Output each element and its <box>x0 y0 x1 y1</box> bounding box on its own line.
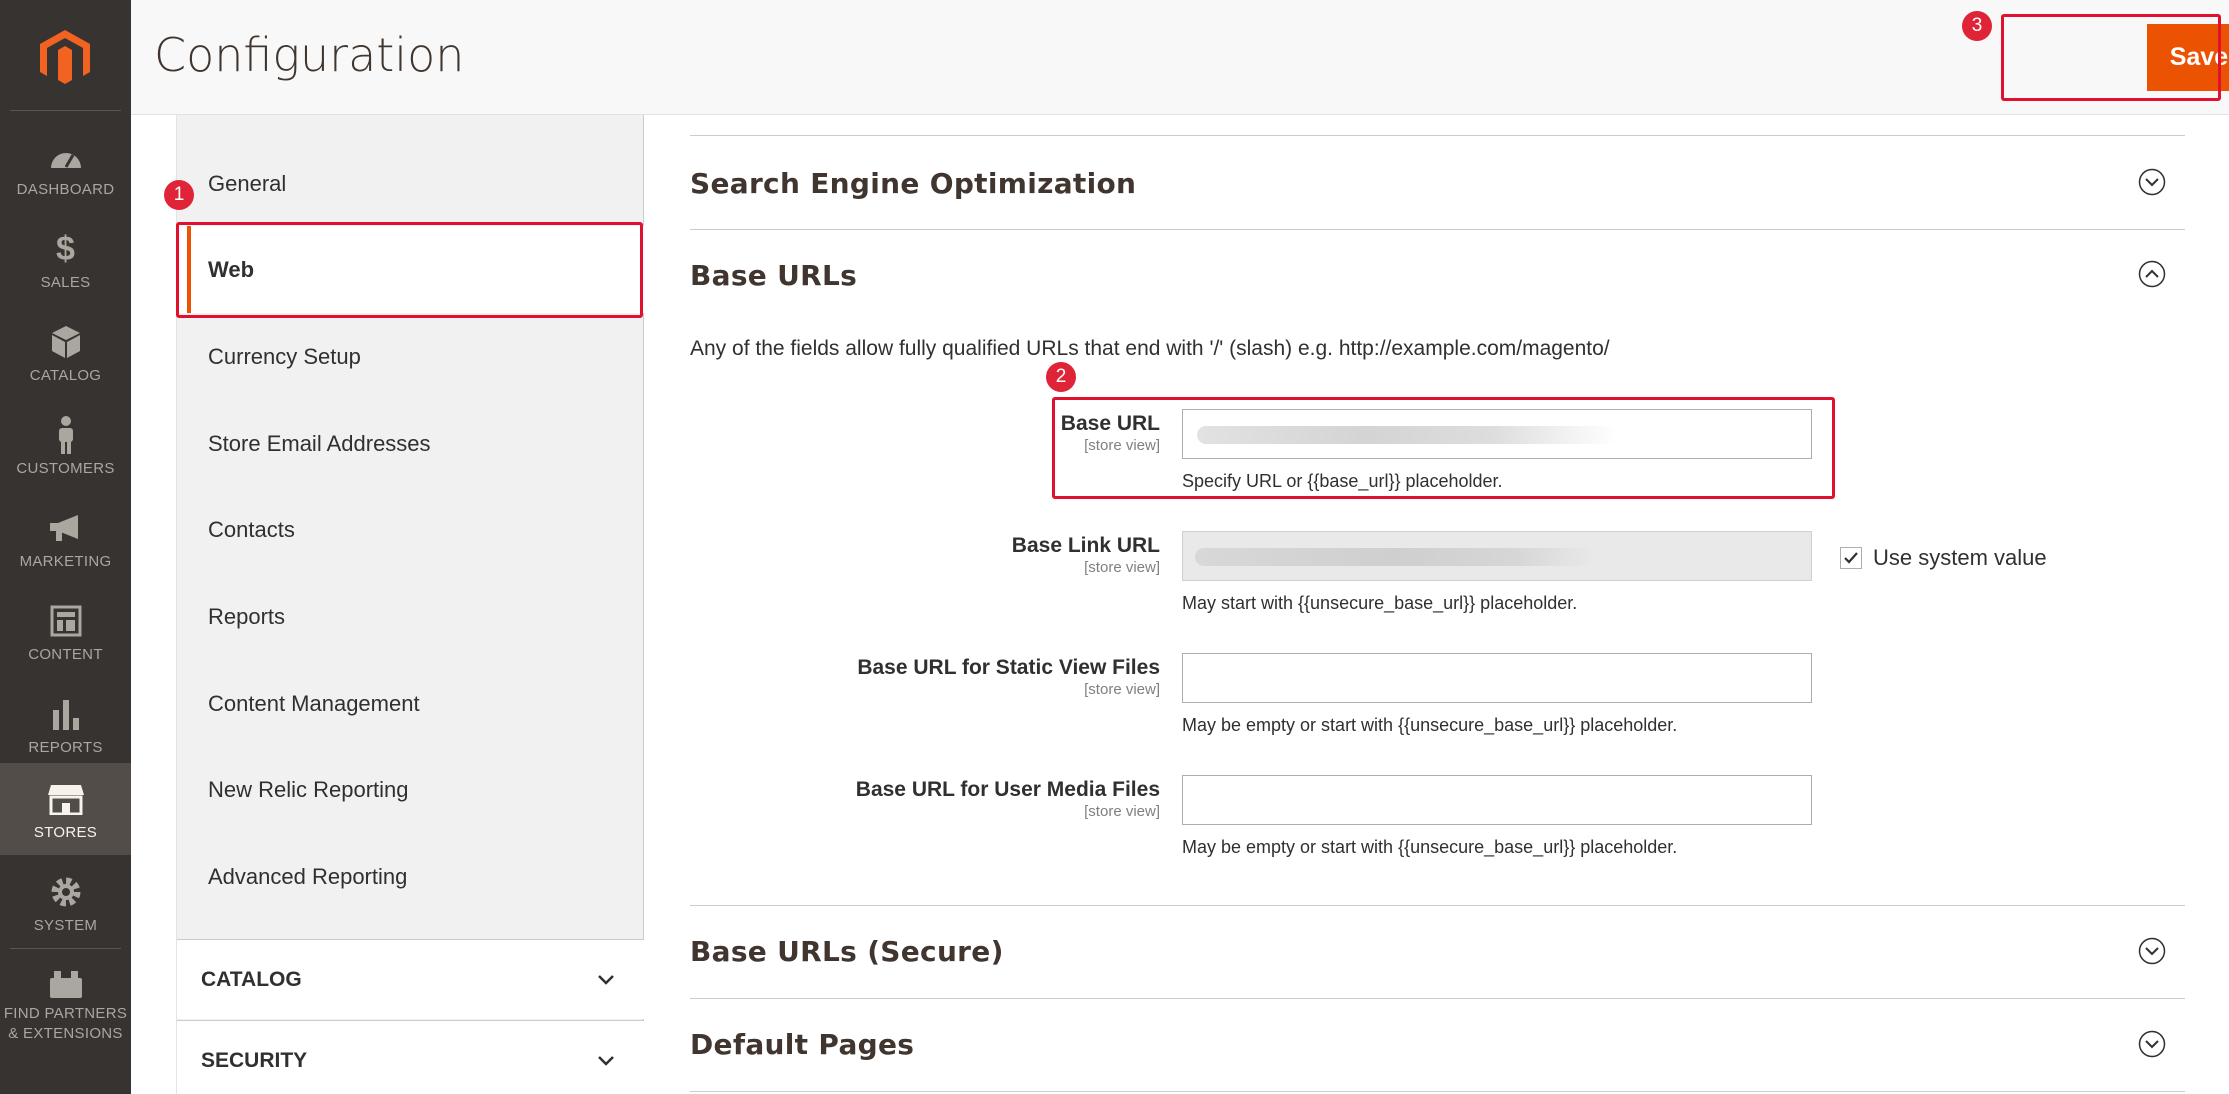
nav-label: MARKETING <box>19 553 112 570</box>
use-system-value-checkbox[interactable] <box>1840 547 1862 569</box>
annotation-highlight-save <box>2001 14 2221 101</box>
person-icon <box>58 416 73 454</box>
nav-item-sales[interactable]: $ SALES <box>0 213 131 305</box>
layout-icon <box>50 605 81 637</box>
base-link-url-input[interactable] <box>1182 531 1812 581</box>
logo-divider <box>10 110 121 111</box>
nav-item-find-partners[interactable]: FIND PARTNERS & EXTENSIONS <box>0 956 131 1066</box>
field-note: May be empty or start with {{unsecure_ba… <box>1182 837 1678 857</box>
nav-divider <box>10 948 121 949</box>
annotation-badge-2: 2 <box>1046 362 1076 392</box>
nav-item-stores[interactable]: STORES <box>0 763 131 855</box>
section-divider <box>690 1091 2185 1092</box>
tab-general[interactable]: General <box>177 140 644 227</box>
section-title-base-urls-secure: Base URLs (Secure) <box>690 935 1004 968</box>
field-scope: [store view] <box>1084 681 1160 698</box>
annotation-badge-1: 1 <box>164 180 194 210</box>
chevron-down-icon <box>598 1056 614 1066</box>
blocks-icon <box>49 971 82 998</box>
section-divider <box>690 905 2185 906</box>
annotation-highlight-base-url <box>1052 397 1835 499</box>
static-view-files-url-input[interactable] <box>1182 653 1812 703</box>
nav-item-system[interactable]: SYSTEM <box>0 856 131 948</box>
user-media-files-url-input[interactable] <box>1182 775 1812 825</box>
section-divider <box>690 229 2185 230</box>
tab-reports[interactable]: Reports <box>177 573 644 660</box>
nav-label: CUSTOMERS <box>16 460 115 477</box>
gear-icon <box>51 877 80 907</box>
tab-content-management[interactable]: Content Management <box>177 660 644 747</box>
section-divider <box>690 135 2185 136</box>
cube-icon <box>51 326 80 358</box>
nav-label: SYSTEM <box>33 917 98 934</box>
section-note: Any of the fields allow fully qualified … <box>690 337 1610 360</box>
nav-item-content[interactable]: CONTENT <box>0 585 131 677</box>
redacted-value <box>1195 548 1595 566</box>
field-note: May be empty or start with {{unsecure_ba… <box>1182 715 1678 735</box>
page-title: Configuration <box>154 28 465 82</box>
expand-circle-icon[interactable] <box>2138 1030 2166 1058</box>
field-note: May start with {{unsecure_base_url}} pla… <box>1182 593 1578 613</box>
section-divider <box>690 998 2185 999</box>
nav-item-catalog[interactable]: CATALOG <box>0 306 131 398</box>
field-label-static-url: Base URL for Static View Files <box>857 656 1160 679</box>
tab-store-email-addresses[interactable]: Store Email Addresses <box>177 400 644 487</box>
group-label: SECURITY <box>201 1048 308 1072</box>
nav-label: SALES <box>40 274 91 291</box>
tab-advanced-reporting[interactable]: Advanced Reporting <box>177 833 644 920</box>
dashboard-icon <box>50 153 81 168</box>
chevron-down-icon <box>598 975 614 985</box>
field-label-base-link-url: Base Link URL <box>1011 534 1160 557</box>
nav-item-marketing[interactable]: MARKETING <box>0 492 131 584</box>
nav-label: FIND PARTNERS <box>3 1005 128 1022</box>
nav-label: & EXTENSIONS <box>8 1025 123 1042</box>
field-scope: [store view] <box>1084 559 1160 576</box>
group-label: CATALOG <box>201 967 302 991</box>
tab-currency-setup[interactable]: Currency Setup <box>177 313 644 400</box>
admin-sidebar: DASHBOARD $ SALES CATALOG CUSTOMERS MARK… <box>0 0 131 1094</box>
nav-label: CONTENT <box>28 646 103 663</box>
magento-logo-icon[interactable] <box>36 28 94 86</box>
expand-circle-icon[interactable] <box>2138 168 2166 196</box>
dollar-icon: $ <box>56 229 75 268</box>
nav-label: CATALOG <box>29 367 102 384</box>
section-title-base-urls: Base URLs <box>690 259 858 292</box>
group-catalog[interactable]: CATALOG <box>177 939 644 1019</box>
collapse-circle-icon[interactable] <box>2138 260 2166 288</box>
nav-item-customers[interactable]: CUSTOMERS <box>0 399 131 491</box>
nav-item-reports[interactable]: REPORTS <box>0 678 131 770</box>
nav-label: DASHBOARD <box>16 181 115 198</box>
checkmark-icon <box>1844 552 1858 564</box>
use-system-value-label[interactable]: Use system value <box>1873 545 2047 571</box>
field-scope: [store view] <box>1084 803 1160 820</box>
annotation-badge-3: 3 <box>1962 11 1992 41</box>
group-security[interactable]: SECURITY <box>177 1020 644 1094</box>
nav-label: REPORTS <box>28 739 103 756</box>
annotation-highlight-web <box>176 222 643 318</box>
nav-label: STORES <box>33 824 98 841</box>
page-header: Configuration Save Config <box>131 0 2229 115</box>
megaphone-icon <box>49 515 78 541</box>
nav-item-dashboard[interactable]: DASHBOARD <box>0 120 131 212</box>
section-title-default-pages: Default Pages <box>690 1028 915 1061</box>
tab-new-relic-reporting[interactable]: New Relic Reporting <box>177 746 644 833</box>
section-title-seo: Search Engine Optimization <box>690 167 1137 200</box>
tab-contacts[interactable]: Contacts <box>177 486 644 573</box>
store-icon <box>47 785 84 815</box>
field-label-media-url: Base URL for User Media Files <box>855 778 1160 801</box>
expand-circle-icon[interactable] <box>2138 937 2166 965</box>
bar-chart-icon <box>52 700 79 730</box>
